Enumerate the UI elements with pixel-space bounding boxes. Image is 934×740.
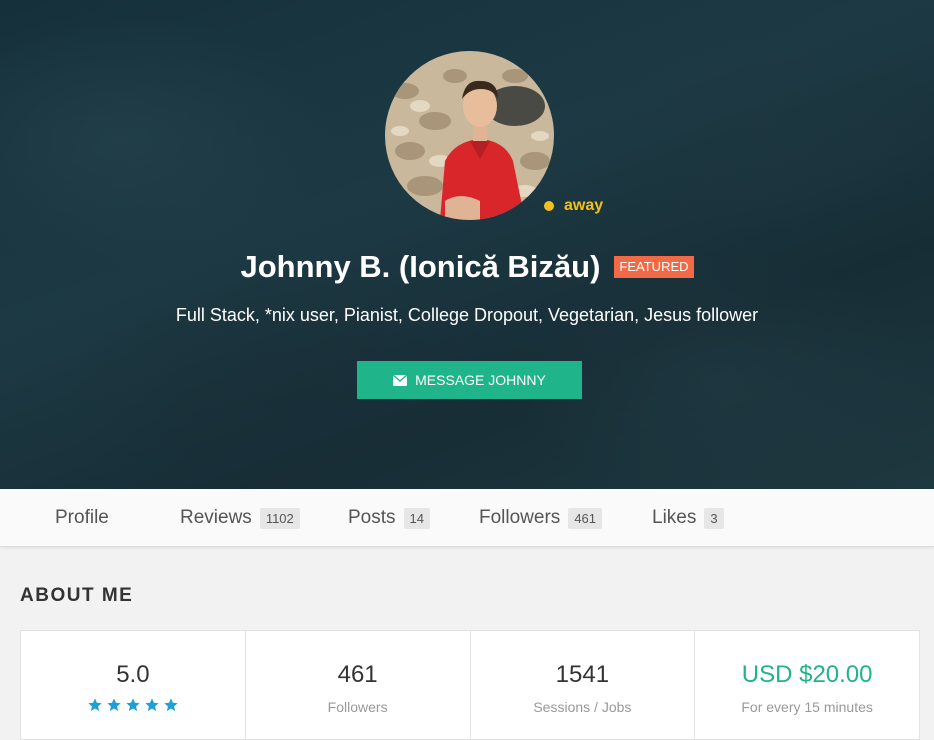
star-icon bbox=[126, 698, 140, 711]
tab-label: Likes bbox=[652, 507, 697, 528]
tab-count-badge: 3 bbox=[704, 507, 724, 529]
followers-value: 461 bbox=[337, 661, 378, 688]
message-button[interactable]: MESSAGE JOHNNY bbox=[357, 361, 582, 399]
star-icon bbox=[164, 698, 178, 711]
stat-rating: 5.0 bbox=[21, 631, 246, 739]
tab-count-badge: 14 bbox=[403, 507, 430, 529]
tab-label: Followers bbox=[479, 507, 561, 528]
tab-posts[interactable]: Posts 14 bbox=[348, 489, 430, 547]
name-row: Johnny B. (Ionică Bizău) FEATURED bbox=[0, 247, 934, 287]
tab-label: Posts bbox=[348, 507, 396, 528]
tab-followers[interactable]: Followers 461 bbox=[479, 489, 603, 547]
stat-price: USD $20.00 For every 15 minutes bbox=[695, 631, 919, 739]
rating-stars bbox=[21, 697, 245, 713]
price-value: USD $20.00 bbox=[741, 661, 873, 688]
followers-label: Followers bbox=[327, 699, 388, 715]
status-text: away bbox=[564, 197, 604, 214]
stat-followers: 461 Followers bbox=[246, 631, 471, 739]
star-icon bbox=[145, 698, 159, 711]
sessions-label: Sessions / Jobs bbox=[533, 699, 632, 715]
price-label: For every 15 minutes bbox=[741, 699, 873, 715]
rating-value: 5.0 bbox=[116, 661, 150, 688]
sessions-value: 1541 bbox=[555, 661, 610, 688]
tab-count-badge: 1102 bbox=[259, 507, 300, 529]
profile-name: Johnny B. (Ionică Bizău) bbox=[240, 249, 601, 284]
tab-likes[interactable]: Likes 3 bbox=[652, 489, 724, 547]
featured-badge: FEATURED bbox=[614, 256, 694, 278]
tab-profile[interactable]: Profile bbox=[55, 489, 109, 547]
status-indicator: away bbox=[544, 196, 603, 216]
envelope-icon bbox=[393, 374, 408, 386]
tab-label: Reviews bbox=[180, 507, 252, 528]
profile-tabs: Profile Reviews 1102 Posts 14 Followers … bbox=[0, 489, 934, 547]
tab-label: Profile bbox=[55, 507, 109, 528]
message-button-label: MESSAGE JOHNNY bbox=[415, 372, 546, 388]
avatar[interactable] bbox=[385, 51, 554, 220]
profile-tagline: Full Stack, *nix user, Pianist, College … bbox=[175, 305, 759, 325]
profile-header: away Johnny B. (Ionică Bizău) FEATURED F… bbox=[0, 0, 934, 489]
section-title: ABOUT ME bbox=[20, 585, 134, 606]
tab-reviews[interactable]: Reviews 1102 bbox=[180, 489, 300, 547]
star-icon bbox=[88, 698, 102, 711]
about-stats: 5.0 461 Followers 1541 Sessions / Jobs U… bbox=[20, 630, 920, 740]
stat-sessions: 1541 Sessions / Jobs bbox=[471, 631, 696, 739]
tab-count-badge: 461 bbox=[568, 507, 603, 529]
status-dot-icon bbox=[544, 201, 554, 211]
star-icon bbox=[107, 698, 121, 711]
